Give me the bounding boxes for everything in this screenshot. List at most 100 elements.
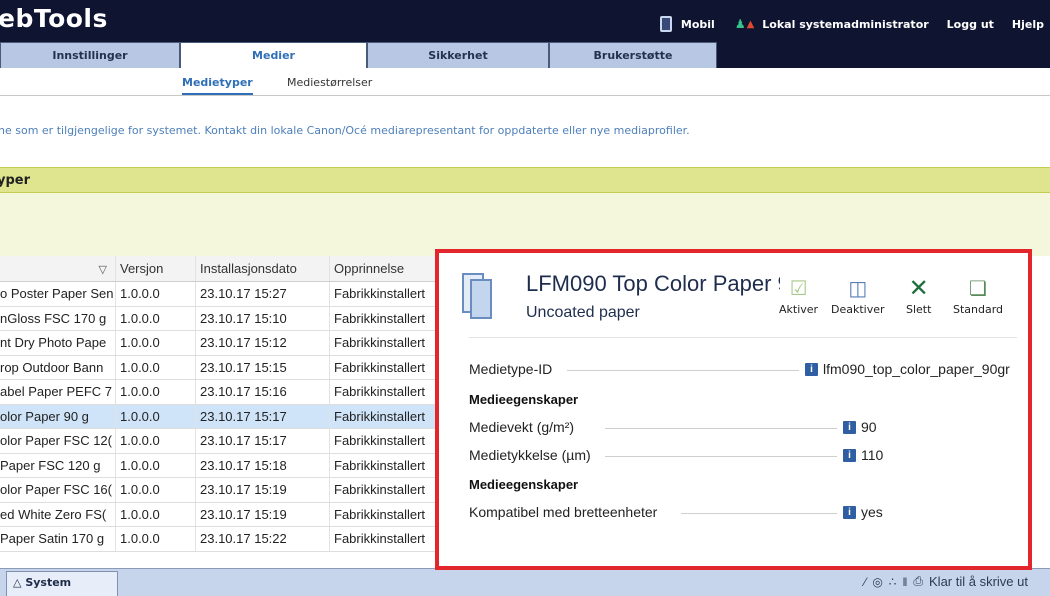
tab-sikkerhet[interactable]: Sikkerhet (367, 42, 549, 68)
table-row[interactable]: abel Paper PEFC 7 1.0.0.0 23.10.17 15:16 Fa… (0, 380, 440, 405)
cell-version: 1.0.0.0 (116, 404, 196, 428)
cell-version: 1.0.0.0 (116, 453, 196, 477)
sub-navigation: Medietyper Mediestørrelser (0, 68, 1050, 96)
media-icon[interactable]: ‖ (902, 575, 907, 589)
section-header: yper (0, 167, 1050, 193)
user-link[interactable]: Lokal systemadministrator (762, 18, 928, 31)
cell-name: rop Outdoor Bann (0, 355, 116, 379)
info-icon[interactable]: i (843, 420, 856, 434)
table-row[interactable]: nt Dry Photo Pape 1.0.0.0 23.10.17 15:12 Fa… (0, 331, 440, 356)
queue-icon[interactable]: ∴ (889, 575, 897, 589)
cell-version: 1.0.0.0 (116, 527, 196, 551)
deactivate-button[interactable]: ◫ Deaktiver (831, 275, 885, 316)
cell-date: 23.10.17 15:10 (196, 306, 330, 330)
table-row[interactable]: o Poster Paper Sen 1.0.0.0 23.10.17 15:27 F… (0, 282, 440, 307)
table-row[interactable]: olor Paper FSC 12(1.0.0.0 23.10.17 15:17 F… (0, 429, 440, 454)
help-link[interactable]: Hjelp (1012, 18, 1044, 31)
media-type-id-label: Medietype-ID (469, 361, 553, 377)
table-row[interactable]: ed White Zero FS(1.0.0.0 23.10.17 15:19 Fa… (0, 502, 440, 527)
section-title: yper (0, 173, 31, 188)
cell-date: 23.10.17 15:18 (196, 453, 330, 477)
section-toolbar-area (0, 193, 1050, 256)
weight-label: Medievekt (g/m²) (469, 419, 575, 435)
toner-icon[interactable]: ◎ (872, 575, 882, 589)
cell-origin: Fabrikkinstallert (334, 506, 426, 522)
default-label: Standard (953, 303, 1004, 316)
folder-compat-label: Kompatibel med bretteenheter (469, 504, 658, 520)
cell-name: abel Paper PEFC 7 (0, 380, 116, 404)
cell-name: nt Dry Photo Pape (0, 331, 116, 355)
column-installasjonsdato[interactable]: Installasjonsdato (196, 256, 330, 281)
status-text: Klar til å skrive ut (929, 574, 1028, 589)
tab-brukerstotte[interactable]: Brukerstøtte (549, 42, 717, 68)
cell-name: o Poster Paper Sen (0, 282, 116, 306)
delete-button[interactable]: ✕ Slett (906, 275, 931, 316)
cell-version: 1.0.0.0 (116, 306, 196, 330)
deactivate-label: Deaktiver (831, 303, 885, 316)
default-button[interactable]: ❏ Standard (953, 275, 1003, 316)
media-detail-panel: LFM090 Top Color Paper 90 g Uncoated pap… (435, 249, 1032, 570)
media-type-icon (462, 273, 498, 319)
folder-compat-value: i yes (843, 504, 883, 520)
subnav-medietyper[interactable]: Medietyper (182, 76, 253, 95)
tab-medier[interactable]: Medier (180, 42, 367, 68)
subnav-mediestorrelser[interactable]: Mediestørrelser (287, 76, 372, 89)
cell-version: 1.0.0.0 (116, 282, 196, 306)
table-row[interactable]: Paper Satin 170 g 1.0.0.0 23.10.17 15:22 Fa… (0, 527, 440, 552)
cell-version: 1.0.0.0 (116, 380, 196, 404)
thickness-label: Medietykkelse (µm) (469, 447, 591, 463)
cell-name: olor Paper 90 g (0, 404, 116, 428)
cell-name: olor Paper FSC 16( (0, 478, 116, 502)
activate-label: Aktiver (779, 303, 819, 316)
pen-icon[interactable]: ⁄ (864, 575, 866, 589)
detail-title: LFM090 Top Color Paper 90 g (526, 271, 780, 296)
media-type-id-text: lfm090_top_color_paper_90gr (823, 361, 1010, 377)
cell-version: 1.0.0.0 (116, 355, 196, 379)
cell-date: 23.10.17 15:19 (196, 478, 330, 502)
group-heading: Medieegenskaper (469, 392, 579, 407)
cell-name: ed White Zero FS( (0, 502, 116, 526)
table-row[interactable]: rop Outdoor Bann 1.0.0.0 23.10.17 15:15 Fab… (0, 355, 440, 380)
media-table: ▽ Versjon Installasjonsdato Opprinnelse … (0, 256, 440, 552)
tab-innstillinger[interactable]: Innstillinger (0, 42, 180, 68)
cell-name: Paper FSC 120 g (0, 453, 116, 477)
table-row[interactable]: nGloss FSC 170 g 1.0.0.0 23.10.17 15:10 Fab… (0, 306, 440, 331)
thickness-value: i 110 (843, 447, 883, 463)
leader-line (605, 456, 837, 457)
column-opprinnelse[interactable]: Opprinnelse (330, 256, 440, 281)
table-row[interactable]: olor Paper FSC 16(1.0.0.0 23.10.17 15:19 F… (0, 478, 440, 503)
system-tab[interactable]: △ System (6, 571, 118, 596)
cell-origin: Fabrikkinstallert (334, 359, 426, 375)
info-icon[interactable]: i (805, 362, 818, 376)
cell-origin: Fabrikkinstallert (334, 482, 426, 497)
user-icon: ♟ (734, 17, 746, 31)
column-name[interactable]: ▽ (0, 256, 116, 281)
cell-origin: Fabrikkinstallert (334, 433, 426, 448)
mobile-icon[interactable] (659, 16, 672, 32)
mobile-link[interactable]: Mobil (681, 18, 715, 31)
folder-compat-text: yes (861, 504, 883, 520)
table-row[interactable]: Paper FSC 120 g 1.0.0.0 23.10.17 15:18 Fabr… (0, 453, 440, 478)
cell-date: 23.10.17 15:16 (196, 380, 330, 404)
printer-icon[interactable]: ⎙ (913, 574, 923, 589)
logout-link[interactable]: Logg ut (947, 18, 994, 31)
detail-subtitle: Uncoated paper (526, 304, 640, 321)
header-right: Mobil ♟ ▲ Lokal systemadministrator Logg… (658, 16, 1044, 32)
printer-status: ⁄ ◎ ∴ ‖ ⎙ Klar til å skrive ut (864, 574, 1028, 589)
default-check-icon: ❏ (969, 276, 987, 300)
table-row[interactable]: olor Paper 90 g 1.0.0.0 23.10.17 15:17 Fabr… (0, 404, 440, 429)
cell-version: 1.0.0.0 (116, 331, 196, 355)
cell-date: 23.10.17 15:27 (196, 282, 330, 306)
cell-version: 1.0.0.0 (116, 478, 196, 502)
sort-down-icon[interactable]: ▽ (0, 257, 115, 281)
cell-date: 23.10.17 15:19 (196, 502, 330, 526)
cell-origin: Fabrikkinstallert (334, 457, 426, 473)
column-versjon[interactable]: Versjon (116, 256, 196, 281)
group-heading: Medieegenskaper (469, 477, 579, 492)
table-header: ▽ Versjon Installasjonsdato Opprinnelse (0, 256, 440, 282)
activate-button[interactable]: ☑ Aktiver (779, 275, 818, 316)
leader-line (567, 370, 799, 371)
system-tab-label: System (25, 576, 72, 589)
info-icon[interactable]: i (843, 505, 856, 519)
info-icon[interactable]: i (843, 448, 856, 462)
